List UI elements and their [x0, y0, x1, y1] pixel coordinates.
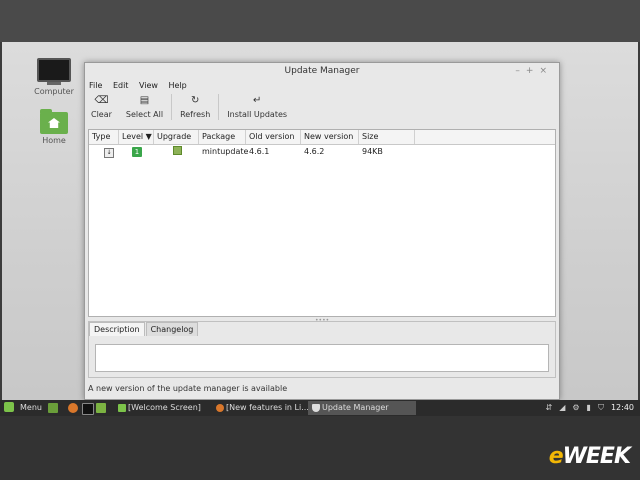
table-row[interactable]: ↓ 1 mintupdate 4.6.1 4.6.2 94KB — [89, 145, 555, 159]
update-manager-window: Update Manager –+× File Edit View Help ⌫… — [84, 62, 560, 400]
menubar: File Edit View Help — [85, 80, 559, 92]
new-version-cell: 4.6.2 — [304, 147, 325, 156]
updates-table: Type Level ▼ Upgrade Package Old version… — [88, 129, 556, 317]
maximize-button[interactable]: + — [526, 66, 540, 76]
home-folder-icon — [40, 109, 68, 134]
tab-description[interactable]: Description — [89, 322, 145, 336]
upgrade-checkbox[interactable] — [173, 146, 182, 155]
clock[interactable]: 12:40 — [611, 401, 634, 415]
monitor-icon — [37, 58, 71, 82]
toolbar-separator — [171, 94, 173, 120]
task-update-manager[interactable]: Update Manager — [308, 401, 416, 415]
window-title: Update Manager — [284, 66, 360, 76]
eweek-logo: eWEEK — [548, 444, 631, 469]
toolbar-separator — [218, 94, 220, 120]
select-all-button[interactable]: ▤ Select All — [126, 92, 163, 119]
network-icon[interactable]: ⇵ — [546, 401, 553, 415]
clear-button[interactable]: ⌫ Clear — [91, 92, 112, 119]
install-icon: ↵ — [252, 95, 262, 106]
download-icon: ↓ — [104, 148, 114, 158]
desktop-icon-home[interactable]: Home — [29, 109, 79, 145]
firefox-icon[interactable] — [68, 403, 78, 413]
description-text-area[interactable] — [95, 344, 549, 372]
install-updates-button[interactable]: ↵ Install Updates — [227, 92, 287, 119]
column-header-type[interactable]: Type — [89, 130, 119, 144]
bottom-band — [0, 416, 640, 480]
mint-welcome-icon — [118, 404, 126, 412]
system-tray: ⇵ ◢ ⚙ ▮ ⛉ 12:40 — [539, 401, 635, 415]
column-header-upgrade[interactable]: Upgrade — [154, 130, 199, 144]
terminal-icon[interactable] — [82, 403, 94, 415]
show-desktop-icon[interactable] — [48, 403, 58, 413]
level-badge: 1 — [132, 147, 142, 157]
desktop-icon-label: Home — [42, 136, 66, 145]
details-tabs: Description Changelog — [89, 322, 555, 336]
table-header: Type Level ▼ Upgrade Package Old version… — [89, 130, 555, 145]
start-menu-button[interactable]: Menu — [4, 402, 42, 412]
toolbar: ⌫ Clear ▤ Select All ↻ Refresh ↵ Install… — [85, 92, 559, 124]
tab-changelog[interactable]: Changelog — [145, 322, 199, 336]
select-all-icon: ▤ — [139, 95, 150, 106]
old-version-cell: 4.6.1 — [249, 147, 270, 156]
menu-file[interactable]: File — [89, 81, 102, 90]
menu-view[interactable]: View — [139, 81, 158, 90]
firefox-icon — [216, 404, 224, 412]
desktop-icon-label: Computer — [34, 87, 74, 96]
refresh-icon: ↻ — [190, 95, 200, 106]
refresh-button[interactable]: ↻ Refresh — [180, 92, 210, 119]
clear-icon: ⌫ — [94, 95, 109, 106]
files-icon[interactable] — [96, 403, 106, 413]
volume-icon[interactable]: ◢ — [559, 401, 565, 415]
task-welcome-screen[interactable]: [Welcome Screen] — [114, 401, 222, 415]
size-cell: 94KB — [362, 147, 383, 156]
mint-logo-icon — [4, 402, 14, 412]
shield-icon — [312, 404, 320, 412]
column-header-size[interactable]: Size — [359, 130, 415, 144]
column-header-level[interactable]: Level ▼ — [119, 130, 154, 144]
package-cell: mintupdate — [202, 147, 249, 156]
column-header-package[interactable]: Package — [199, 130, 246, 144]
column-header-old-version[interactable]: Old version — [246, 130, 301, 144]
task-firefox[interactable]: [New features in Li... — [212, 401, 318, 415]
minimize-button[interactable]: – — [515, 66, 526, 76]
menu-help[interactable]: Help — [169, 81, 187, 90]
settings-icon[interactable]: ⚙ — [572, 401, 579, 415]
column-header-new-version[interactable]: New version — [301, 130, 359, 144]
desktop-icon-computer[interactable]: Computer — [29, 58, 79, 96]
window-titlebar[interactable]: Update Manager –+× — [85, 63, 559, 80]
sort-arrow-icon: ▼ — [145, 132, 152, 141]
close-button[interactable]: × — [539, 66, 553, 76]
update-shield-icon[interactable]: ⛉ — [598, 401, 604, 415]
taskbar: Menu [Welcome Screen] [New features in L… — [0, 400, 640, 416]
battery-icon[interactable]: ▮ — [587, 401, 591, 415]
top-band — [0, 0, 640, 42]
menu-edit[interactable]: Edit — [113, 81, 129, 90]
status-bar-text: A new version of the update manager is a… — [88, 384, 288, 393]
details-panel: Description Changelog — [88, 321, 556, 378]
